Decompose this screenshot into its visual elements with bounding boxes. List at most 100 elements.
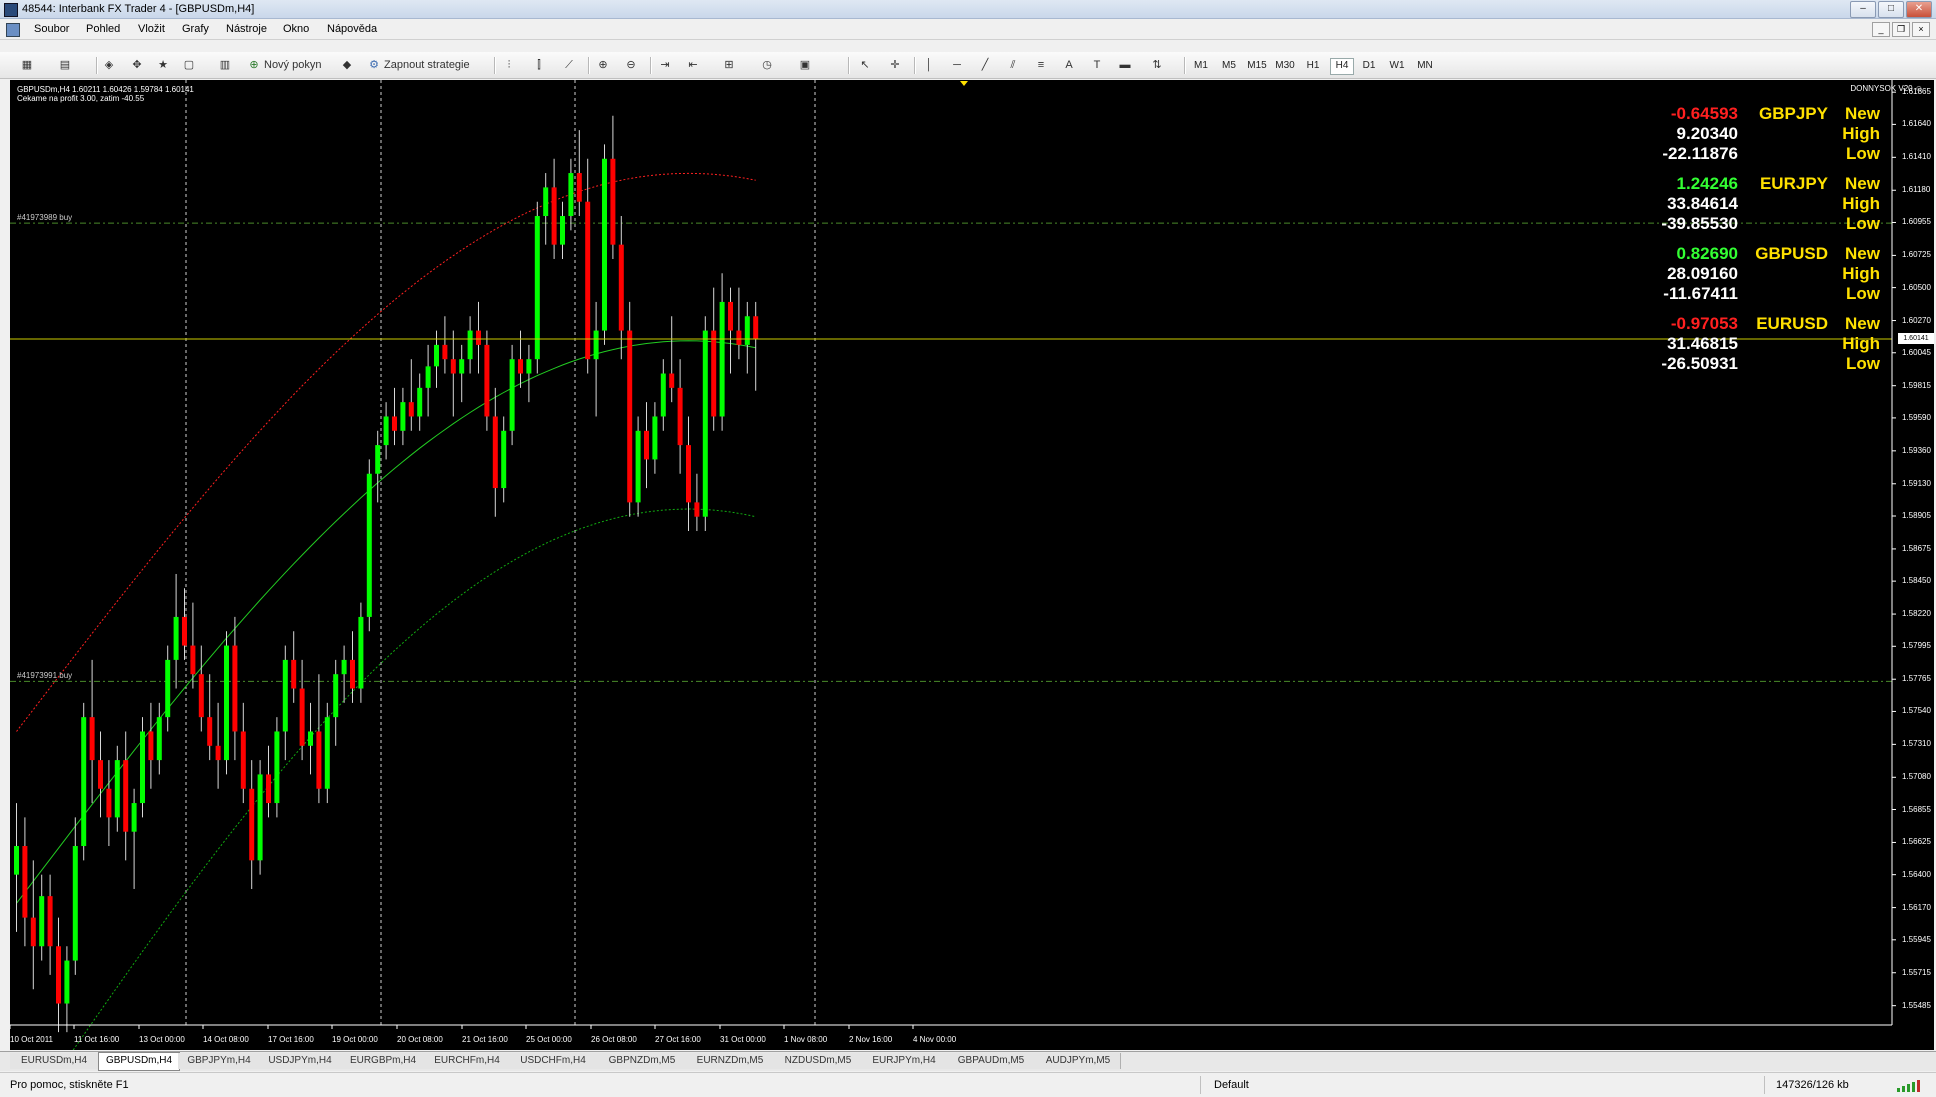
bar-chart-icon[interactable]: ⫶	[500, 56, 518, 74]
crosshair-icon[interactable]: ✛	[886, 56, 904, 74]
dashboard-low-label: Low	[1846, 354, 1880, 373]
menu-grafy[interactable]: Grafy	[182, 23, 209, 35]
timeframe-m1[interactable]: M1	[1190, 58, 1212, 73]
text-label-icon[interactable]: T	[1088, 56, 1106, 74]
maximize-button[interactable]: □	[1878, 1, 1904, 18]
new-order-button[interactable]: ⊕ Nový pokyn	[244, 56, 324, 74]
market-watch-icon[interactable]: ◈	[100, 56, 118, 74]
chart-tab[interactable]: NZDUSDm,M5	[774, 1053, 863, 1069]
mdi-restore-button[interactable]: ❐	[1892, 22, 1910, 37]
dashboard-row: -0.97053	[1580, 314, 1738, 333]
chart-tab[interactable]: EURGBPm,H4	[340, 1053, 427, 1069]
tester-icon[interactable]: ▥	[216, 56, 234, 74]
periods-icon[interactable]: ◷	[758, 56, 776, 74]
fibonacci-icon[interactable]: ≡	[1032, 56, 1050, 74]
candle-bear	[492, 416, 498, 489]
chart-tab[interactable]: EURNZDm,M5	[686, 1053, 775, 1069]
dashboard-row: 0.82690	[1580, 244, 1738, 263]
candle-bear	[585, 201, 591, 360]
dashboard-high-label: High	[1842, 194, 1880, 213]
chart-tab[interactable]: USDCHFm,H4	[508, 1053, 599, 1069]
menu-okno[interactable]: Okno	[283, 23, 309, 35]
price-chart[interactable]: GBPUSDm,H4 1.60211 1.60426 1.59784 1.601…	[10, 80, 1934, 1050]
window-title: 48544: Interbank FX Trader 4 - [GBPUSDm,…	[22, 3, 255, 15]
dashboard-row: 28.09160	[1580, 264, 1738, 283]
candle-bull	[719, 301, 725, 417]
chart-tab[interactable]: EURUSDm,H4	[10, 1053, 99, 1069]
dashboard-new-label: New	[1845, 314, 1880, 333]
mdi-close-button[interactable]: ×	[1912, 22, 1930, 37]
chart-tab[interactable]: AUDJPYm,M5	[1036, 1053, 1121, 1069]
candle-bear	[30, 917, 36, 947]
text-icon[interactable]: A	[1060, 56, 1078, 74]
price-tick: 1.56625	[1902, 837, 1931, 847]
terminal-icon[interactable]: ▢	[180, 56, 198, 74]
menu-napoveda[interactable]: Nápověda	[327, 23, 377, 35]
chart-tab[interactable]: GBPUSDm,H4	[98, 1052, 180, 1071]
candle-bull	[425, 366, 431, 388]
chart-tab[interactable]: EURJPYm,H4	[862, 1053, 947, 1069]
status-profile[interactable]: Default	[1214, 1079, 1249, 1091]
candle-bull	[744, 316, 750, 345]
zoom-out-icon[interactable]: ⊖	[622, 56, 640, 74]
timeframe-m30[interactable]: M30	[1274, 58, 1296, 73]
navigator-icon[interactable]: ★	[154, 56, 172, 74]
price-tick: 1.61180	[1902, 185, 1931, 195]
timeframe-h4[interactable]: H4	[1330, 58, 1354, 75]
auto-scroll-icon[interactable]: ⇥	[656, 56, 674, 74]
mdi-minimize-button[interactable]: _	[1872, 22, 1890, 37]
timeframe-h1[interactable]: H1	[1302, 58, 1324, 73]
dashboard-high-label: High	[1842, 334, 1880, 353]
vertical-line-icon[interactable]: │	[920, 56, 938, 74]
candlestick-icon[interactable]: ⫿	[530, 56, 548, 74]
close-button[interactable]: ✕	[1906, 1, 1932, 18]
expert-advisors-button[interactable]: ⚙ Zapnout strategie	[364, 56, 473, 74]
candle-bear	[551, 187, 557, 245]
timeframe-w1[interactable]: W1	[1386, 58, 1408, 73]
arrows-icon[interactable]: ⇅	[1148, 56, 1166, 74]
chart-tab[interactable]: USDJPYm,H4	[260, 1053, 341, 1069]
candle-bear	[148, 731, 154, 761]
document-icon[interactable]	[6, 23, 20, 37]
dashboard-row: 9.20340	[1580, 124, 1738, 143]
chart-shift-icon[interactable]: ⇤	[684, 56, 702, 74]
menu-pohled[interactable]: Pohled	[86, 23, 120, 35]
candle-bear	[299, 688, 305, 746]
timeframe-mn[interactable]: MN	[1414, 58, 1436, 73]
timeframe-m15[interactable]: M15	[1246, 58, 1268, 73]
menu-nastroje[interactable]: Nástroje	[226, 23, 267, 35]
candle-bull	[156, 717, 162, 761]
profiles-icon[interactable]: ▤	[56, 56, 74, 74]
timeframe-m5[interactable]: M5	[1218, 58, 1240, 73]
minimize-button[interactable]: –	[1850, 1, 1876, 18]
line-chart-icon[interactable]: ⟋	[560, 56, 578, 74]
zoom-in-icon[interactable]: ⊕	[594, 56, 612, 74]
indicators-icon[interactable]: ⊞	[720, 56, 738, 74]
timeframe-d1[interactable]: D1	[1358, 58, 1380, 73]
chart-tab[interactable]: GBPAUDm,M5	[946, 1053, 1037, 1069]
rectangle-icon[interactable]: ▬	[1116, 56, 1134, 74]
price-tick: 1.55485	[1902, 1000, 1931, 1010]
candle-bear	[408, 402, 414, 417]
candle-bear	[123, 760, 129, 832]
horizontal-line-icon[interactable]: ─	[948, 56, 966, 74]
dashboard-high-value: 9.20340	[1676, 124, 1738, 143]
menu-soubor[interactable]: Soubor	[34, 23, 69, 35]
equidistant-channel-icon[interactable]: ⫽	[1004, 56, 1022, 74]
dashboard-row: 33.84614	[1580, 194, 1738, 213]
candle-bull	[282, 659, 288, 732]
chart-tab[interactable]: GBPNZDm,M5	[598, 1053, 687, 1069]
cursor-icon[interactable]: ↖	[856, 56, 874, 74]
candle-bull	[366, 473, 372, 617]
templates-icon[interactable]: ▣	[796, 56, 814, 74]
chart-tab[interactable]: EURCHFm,H4	[426, 1053, 509, 1069]
menu-vlozit[interactable]: Vložit	[138, 23, 165, 35]
candle-bear	[711, 330, 717, 417]
trendline-icon[interactable]: ╱	[976, 56, 994, 74]
chart-tab[interactable]: GBPJPYm,H4	[178, 1053, 261, 1069]
data-window-icon[interactable]: ✥	[128, 56, 146, 74]
price-tick: 1.55945	[1902, 934, 1931, 944]
metaeditor-icon[interactable]: ◆	[338, 56, 356, 74]
new-chart-icon[interactable]: ▦	[18, 56, 36, 74]
candle-bull	[560, 216, 565, 245]
